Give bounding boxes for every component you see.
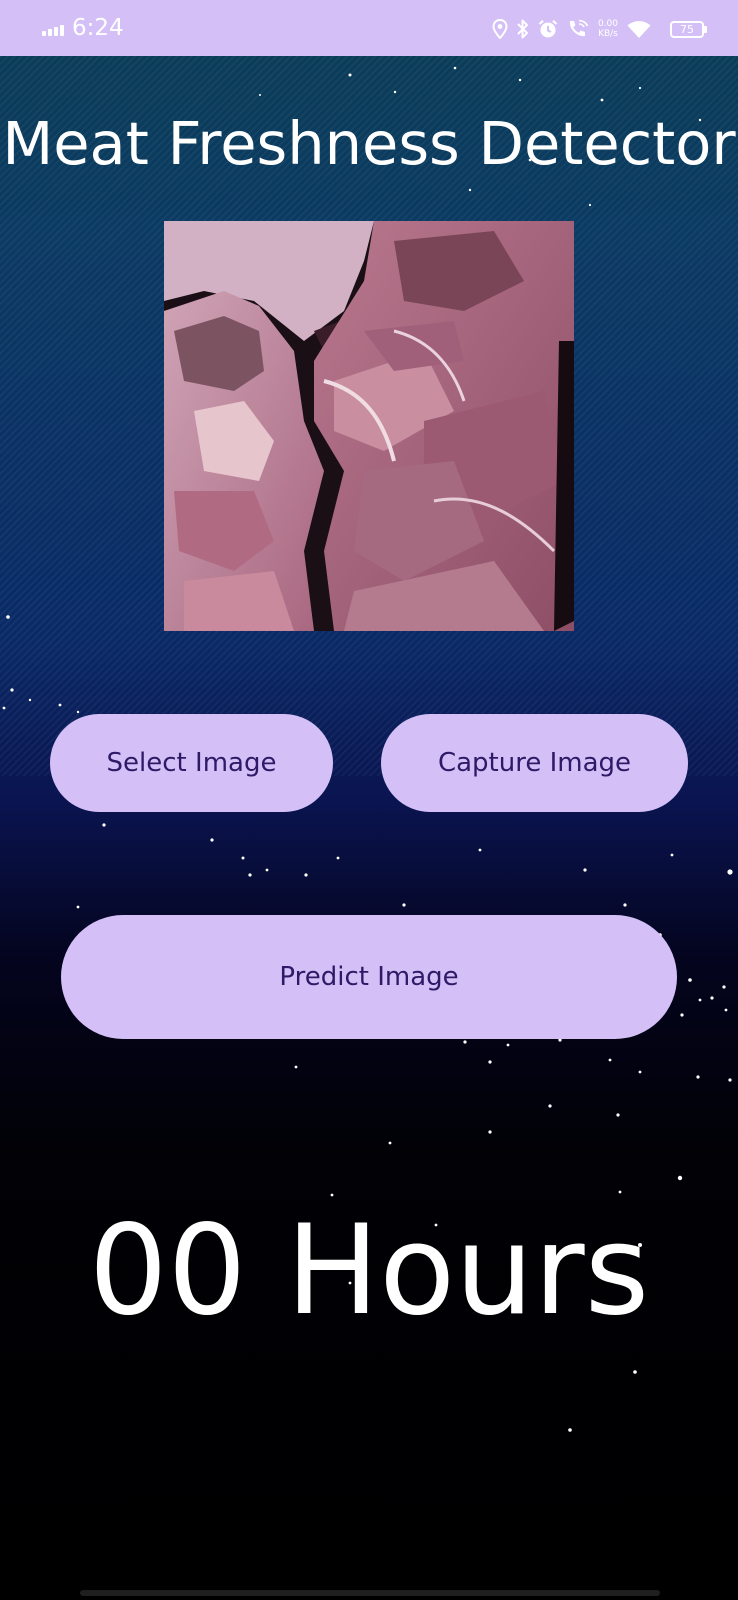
status-time: 6:24 <box>72 15 124 41</box>
location-icon <box>492 19 508 39</box>
prediction-result: 00 Hours <box>88 1199 650 1343</box>
meat-preview-image <box>164 221 574 631</box>
status-bar: 6:24 0.00 KB/s 75 <box>0 0 738 56</box>
network-speed-value: 0.00 <box>597 19 618 29</box>
battery-icon: 75 <box>670 20 707 38</box>
network-speed: 0.00 KB/s <box>598 19 618 39</box>
battery-level: 75 <box>680 22 694 36</box>
capture-image-button[interactable]: Capture Image <box>381 714 688 812</box>
bluetooth-icon <box>517 19 528 39</box>
app-screen: 6:24 0.00 KB/s 75 Meat Freshness Detecto… <box>0 0 738 1600</box>
app-title: Meat Freshness Detector <box>2 109 736 178</box>
network-speed-unit: KB/s <box>598 29 618 39</box>
signal-icon <box>42 24 64 36</box>
navigation-handle <box>80 1590 660 1596</box>
alarm-icon <box>538 19 558 38</box>
predict-image-button[interactable]: Predict Image <box>61 915 677 1039</box>
wifi-call-icon <box>569 19 589 37</box>
select-image-button[interactable]: Select Image <box>50 714 333 812</box>
status-icons: 0.00 KB/s 75 <box>492 12 707 46</box>
wifi-icon <box>627 21 651 38</box>
